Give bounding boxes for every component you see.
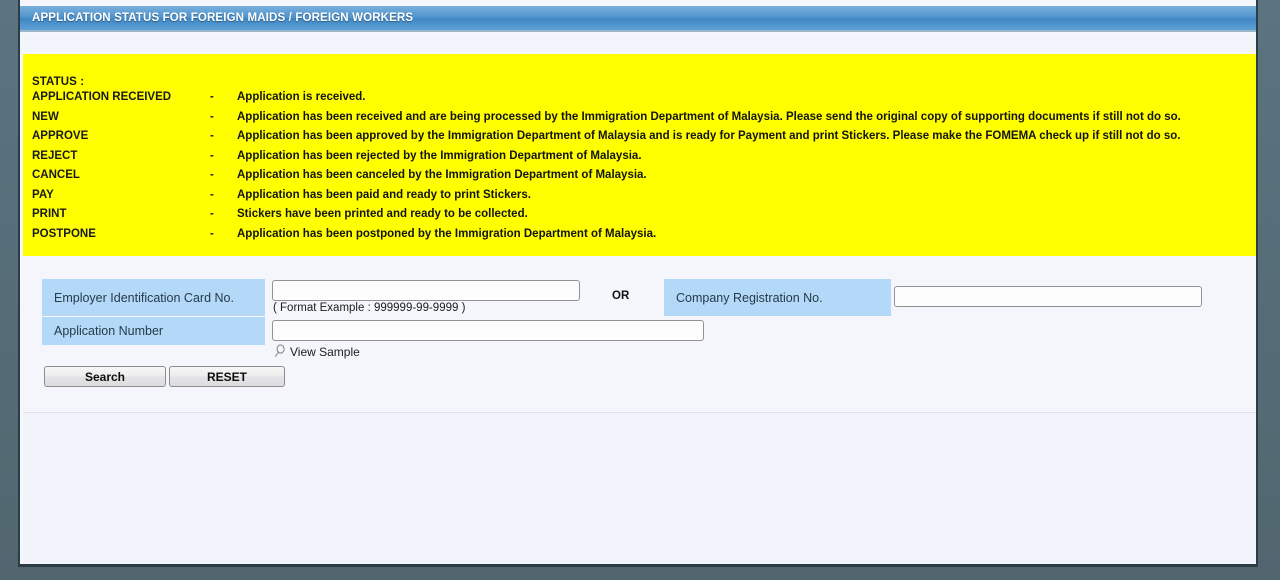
window-title-bar: APPLICATION STATUS FOR FOREIGN MAIDS / F… xyxy=(20,6,1256,32)
status-legend-code: APPLICATION RECEIVED xyxy=(32,91,172,103)
search-form: Employer Identification Card No. ( Forma… xyxy=(23,262,1256,412)
status-legend-row: PRINT - Stickers have been printed and rea… xyxy=(32,205,1256,225)
status-legend-code: PAY xyxy=(32,188,54,201)
status-legend-description: Application has been approved by the Imm… xyxy=(237,130,1181,142)
status-legend-row: CANCEL - Application has been canceled by … xyxy=(32,166,1256,186)
status-legend-code: POSTPONE xyxy=(32,227,96,240)
status-legend-code: PRINT xyxy=(32,208,67,220)
status-legend-separator: - xyxy=(210,110,214,123)
status-legend-separator: - xyxy=(210,169,214,181)
status-legend-row: APPLICATION RECEIVED - Application is rece… xyxy=(32,88,1256,108)
status-legend-heading: STATUS : xyxy=(32,76,85,88)
application-number-input[interactable] xyxy=(272,320,704,341)
page-title: APPLICATION STATUS FOR FOREIGN MAIDS / F… xyxy=(32,12,414,24)
status-legend-separator: - xyxy=(210,188,214,201)
status-legend-row: REJECT - Application has been rejected by … xyxy=(32,147,1256,167)
status-legend-panel: STATUS : APPLICATION RECEIVED - Applicatio… xyxy=(23,54,1256,256)
status-legend-row: POSTPONE - Application has been postponed … xyxy=(32,225,1256,245)
application-number-label: Application Number xyxy=(42,317,265,345)
status-legend-separator: - xyxy=(210,227,214,240)
application-panel: APPLICATION STATUS FOR FOREIGN MAIDS / F… xyxy=(20,0,1258,567)
view-sample-link[interactable]: View Sample xyxy=(274,344,360,359)
search-button[interactable]: Search xyxy=(44,366,166,387)
status-legend-description: Application has been rejected by the Imm… xyxy=(237,149,642,162)
status-legend-description: Application has been received and are be… xyxy=(237,110,1181,123)
company-registration-label: Company Registration No. xyxy=(664,279,891,316)
status-legend-description: Application has been paid and ready to p… xyxy=(237,188,531,201)
status-legend-description: Application has been postponed by the Im… xyxy=(237,227,657,240)
reset-button[interactable]: RESET xyxy=(169,366,285,387)
status-legend-description: Application is received. xyxy=(237,91,366,103)
employer-ic-input[interactable] xyxy=(272,280,580,301)
status-legend-separator: - xyxy=(210,208,214,220)
status-legend-separator: - xyxy=(210,149,214,162)
status-legend-row: PAY - Application has been paid and ready … xyxy=(32,186,1256,206)
title-underband xyxy=(20,34,1256,54)
status-legend-separator: - xyxy=(210,130,214,142)
or-separator: OR xyxy=(612,290,630,302)
desktop-background: APPLICATION STATUS FOR FOREIGN MAIDS / F… xyxy=(0,0,1280,580)
magnifier-icon xyxy=(274,344,290,359)
status-legend-description: Application has been canceled by the Imm… xyxy=(237,169,647,181)
status-legend-code: CANCEL xyxy=(32,169,80,181)
status-legend-description: Stickers have been printed and ready to … xyxy=(237,208,528,220)
status-legend-code: REJECT xyxy=(32,149,78,162)
format-example-hint: ( Format Example : 999999-99-9999 ) xyxy=(273,302,466,314)
status-legend-separator: - xyxy=(210,91,214,103)
status-legend-code: APPROVE xyxy=(32,130,89,142)
employer-ic-label: Employer Identification Card No. xyxy=(42,279,265,316)
status-legend-rows: APPLICATION RECEIVED - Application is rece… xyxy=(32,88,1256,245)
results-section: NoApplication NumberEmployer Identificat… xyxy=(23,413,1256,564)
status-legend-row: NEW - Application has been received and ar… xyxy=(32,108,1256,128)
company-registration-input[interactable] xyxy=(894,286,1202,307)
view-sample-label: View Sample xyxy=(290,344,360,359)
status-legend-code: NEW xyxy=(32,110,59,123)
status-legend-row: APPROVE - Application has been approved by… xyxy=(32,127,1256,147)
